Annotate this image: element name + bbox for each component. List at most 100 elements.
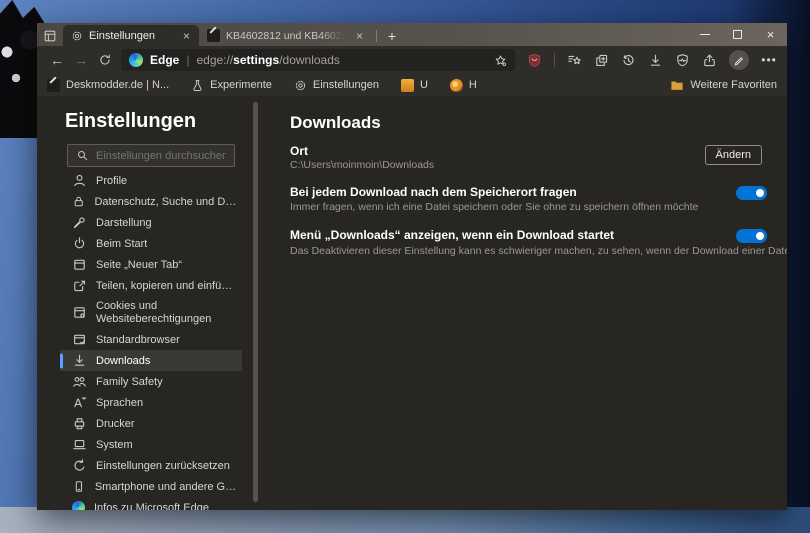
more-favorites-label: Weitere Favoriten <box>690 79 777 91</box>
refresh-button[interactable] <box>93 48 117 72</box>
add-favorite-button[interactable] <box>494 54 507 67</box>
address-brand: Edge <box>150 53 180 67</box>
system-icon <box>73 439 86 450</box>
history-button[interactable] <box>621 53 636 68</box>
change-location-button[interactable]: Ändern <box>704 145 762 165</box>
sidebar-item-family-safety[interactable]: Family Safety <box>60 371 242 392</box>
location-label: Ort <box>290 144 308 158</box>
bookmark-deskmodder[interactable]: Deskmodder.de | N... <box>47 78 169 92</box>
url-prefix: edge:// <box>196 53 234 67</box>
new-tab-page-icon <box>74 259 85 270</box>
url-emphasis: settings <box>233 53 280 67</box>
collections-button[interactable] <box>594 53 609 68</box>
tab-title: KB4602812 und KB4602816 als S <box>226 29 347 42</box>
edge-logo-icon <box>72 501 85 510</box>
ublock-extension-button[interactable] <box>527 53 542 68</box>
forward-icon: → <box>74 52 88 68</box>
tab-close-button[interactable]: × <box>180 29 193 43</box>
new-tab-button[interactable]: + <box>381 25 403 46</box>
download-icon <box>650 54 661 66</box>
maximize-button[interactable] <box>721 23 754 46</box>
show-downloads-menu-toggle[interactable] <box>736 229 767 243</box>
tab-actions-menu-button[interactable] <box>37 25 63 46</box>
settings-more-button[interactable]: ••• <box>761 51 777 69</box>
favorite-star-icon <box>495 54 507 66</box>
favorites-button[interactable] <box>567 53 582 68</box>
sidebar-item-drucker[interactable]: Drucker <box>60 413 242 434</box>
sidebar-item-teilen[interactable]: Teilen, kopieren und einfügen <box>60 275 242 296</box>
tab-strip: Einstellungen × KB4602812 und KB4602816 … <box>37 23 787 46</box>
bookmark-label: Experimente <box>210 79 272 91</box>
more-favorites-button[interactable]: Weitere Favoriten <box>670 78 777 92</box>
sidebar-item-cookies[interactable]: Cookies und Websiteberechtigungen <box>60 296 242 329</box>
sidebar-item-beim-start[interactable]: Beim Start <box>60 233 242 254</box>
sidebar-item-profile[interactable]: Profile <box>60 170 242 191</box>
tab-title: Einstellungen <box>89 29 156 42</box>
collections-icon <box>596 54 608 66</box>
back-button[interactable]: ← <box>45 48 69 72</box>
pen-icon <box>735 57 744 66</box>
orange-swirl-icon <box>449 78 463 92</box>
edit-button[interactable] <box>729 50 750 70</box>
power-icon <box>74 237 85 249</box>
bookmark-einstellungen[interactable]: Einstellungen <box>294 79 379 92</box>
minimize-button[interactable] <box>688 23 721 46</box>
settings-main: Downloads Ort C:\Users\moinmoin\Download… <box>290 96 787 510</box>
sidebar-item-sprachen[interactable]: Sprachen <box>60 392 242 413</box>
sidebar-item-infos[interactable]: Infos zu Microsoft Edge <box>60 497 242 510</box>
browser-essentials-button[interactable] <box>675 53 690 68</box>
ask-location-toggle[interactable] <box>736 186 767 200</box>
address-bar[interactable]: Edge | edge://settings/downloads <box>121 49 515 71</box>
bookmark-label: U <box>419 79 428 91</box>
bookmark-label: H <box>468 79 477 91</box>
gear-icon <box>72 31 82 40</box>
tab-separator <box>376 30 377 42</box>
ublock-shield-icon <box>528 53 541 67</box>
tab-einstellungen[interactable]: Einstellungen × <box>63 25 199 46</box>
settings-search-input[interactable] <box>96 149 226 162</box>
close-icon: × <box>766 27 775 42</box>
browser-window: Einstellungen × KB4602812 und KB4602816 … <box>37 23 787 510</box>
bookmark-u[interactable]: U <box>400 78 428 92</box>
tab-actions-icon <box>44 30 56 41</box>
sidebar-item-zuruecksetzen[interactable]: Einstellungen zurücksetzen <box>60 455 242 476</box>
sidebar-item-smartphone[interactable]: Smartphone und andere Geräte <box>60 476 242 497</box>
maximize-icon <box>733 30 742 39</box>
deskmodder-favicon <box>207 29 220 42</box>
toolbar: ← → Edge | edge://settings/downloads ••• <box>37 46 787 74</box>
reset-icon <box>74 459 85 471</box>
tab-kb-article[interactable]: KB4602812 und KB4602816 als S × <box>199 25 372 46</box>
sidebar-item-darstellung[interactable]: Darstellung <box>60 212 242 233</box>
forward-button[interactable]: → <box>69 48 93 72</box>
toolbar-separator <box>554 53 556 67</box>
close-window-button[interactable]: × <box>754 23 787 46</box>
settings-search-box[interactable] <box>67 144 235 167</box>
bookmark-experimente[interactable]: Experimente <box>191 79 272 92</box>
refresh-icon <box>100 54 110 65</box>
sidebar-title: Einstellungen <box>65 110 197 132</box>
back-icon: ← <box>50 52 64 68</box>
sidebar-item-system[interactable]: System <box>60 434 242 455</box>
sidebar-item-neuer-tab[interactable]: Seite „Neuer Tab“ <box>60 254 242 275</box>
download-icon <box>74 354 85 366</box>
favorites-hub-icon <box>568 55 581 64</box>
sidebar-scrollbar[interactable] <box>253 102 258 502</box>
page-title: Downloads <box>290 113 381 132</box>
window-controls: × <box>688 23 787 46</box>
sidebar-item-standardbrowser[interactable]: Standardbrowser <box>60 329 242 350</box>
titlebar-drag-area[interactable] <box>403 23 688 46</box>
downloads-toolbar-button[interactable] <box>648 53 663 68</box>
wallpaper-lake <box>0 507 810 533</box>
plus-icon: + <box>387 27 397 44</box>
sidebar-item-datenschutz[interactable]: Datenschutz, Suche und Dienste <box>60 191 242 212</box>
toolbar-icons: ••• <box>527 50 777 70</box>
close-icon: × <box>182 28 190 43</box>
gear-icon <box>295 80 306 90</box>
share-button[interactable] <box>702 53 717 68</box>
tab-close-button[interactable]: × <box>353 29 366 43</box>
bookmarks-bar: Deskmodder.de | N... Experimente Einstel… <box>37 74 787 96</box>
deskmodder-favicon <box>47 78 60 92</box>
bookmark-h[interactable]: H <box>449 78 477 92</box>
sidebar-item-downloads[interactable]: Downloads <box>60 350 242 371</box>
minimize-icon <box>699 34 710 35</box>
